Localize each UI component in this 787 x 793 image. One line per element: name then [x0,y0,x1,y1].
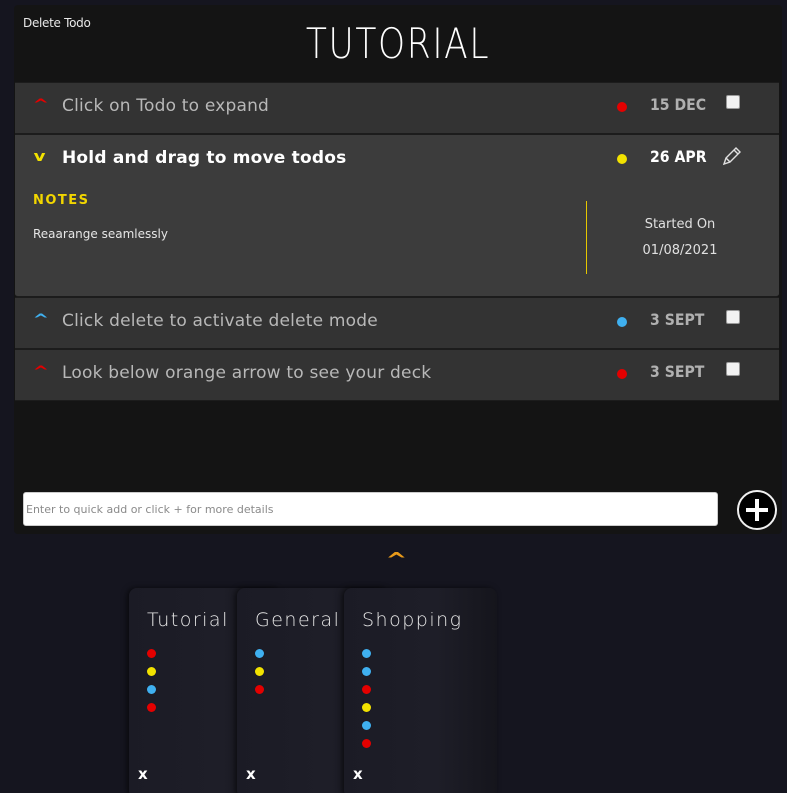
deck-dot [147,685,156,694]
deck-card-shopping[interactable]: Shopping x [344,588,497,793]
deck-name: General [255,609,341,631]
add-todo-button[interactable] [737,490,777,530]
deck-dot [362,703,371,712]
chevron-up-icon[interactable]: ^ [33,364,49,380]
deck-dot [255,649,264,658]
notes-divider [586,201,587,274]
deck-dot [362,667,371,676]
todo-date: 3 SEPT [650,310,705,329]
priority-dot [617,102,627,112]
delete-todo-button[interactable]: Delete Todo [23,16,91,30]
notes-label: NOTES [33,193,90,208]
todo-checkbox[interactable] [726,95,740,109]
pencil-icon[interactable] [721,145,743,171]
chevron-up-icon[interactable]: ^ [33,97,49,113]
todo-text[interactable]: Hold and drag to move todos [62,148,346,168]
deck-dot [362,721,371,730]
todo-item[interactable]: ^ Look below orange arrow to see your de… [15,349,779,401]
priority-dot [617,317,627,327]
deck-arrow-icon[interactable]: ^ [385,548,407,572]
todo-date: 26 APR [650,147,707,166]
deck-dot [147,703,156,712]
notes-text: Reaarange seamlessly [33,227,168,241]
chevron-up-icon[interactable]: ^ [33,312,49,328]
started-on-label: Started On [644,217,716,232]
deck-name: Tutorial [147,609,229,631]
deck-dot [362,649,371,658]
deck-dots [147,649,156,721]
deck-dot [362,685,371,694]
todo-checkbox[interactable] [726,310,740,324]
todo-date: 15 DEC [650,95,707,114]
deck-name: Shopping [362,609,463,631]
todo-item[interactable]: ^ Click on Todo to expand 15 DEC [15,82,779,134]
deck-dot [362,739,371,748]
chevron-down-icon[interactable]: v [34,149,46,165]
todo-text[interactable]: Look below orange arrow to see your deck [62,363,431,383]
deck-dots [362,649,371,757]
deck-dots [255,649,264,703]
quick-add-input[interactable] [23,492,718,526]
priority-dot [617,154,627,164]
started-on-date: 01/08/2021 [642,243,718,258]
deck-dot [255,667,264,676]
close-deck-button[interactable]: x [353,765,363,783]
deck-dot [147,649,156,658]
page-title: TUTORIAL [305,19,491,68]
todo-date: 3 SEPT [650,362,705,381]
todo-item-expanded[interactable]: v Hold and drag to move todos 26 APR NOT… [15,134,779,297]
todo-text[interactable]: Click delete to activate delete mode [62,311,378,331]
todo-text[interactable]: Click on Todo to expand [62,96,269,116]
deck-dot [255,685,264,694]
close-deck-button[interactable]: x [246,765,256,783]
todo-checkbox[interactable] [726,362,740,376]
deck-dot [147,667,156,676]
priority-dot [617,369,627,379]
close-deck-button[interactable]: x [138,765,148,783]
todo-item[interactable]: ^ Click delete to activate delete mode 3… [15,297,779,349]
todo-panel: Delete Todo TUTORIAL ^ Click on Todo to … [14,5,782,534]
